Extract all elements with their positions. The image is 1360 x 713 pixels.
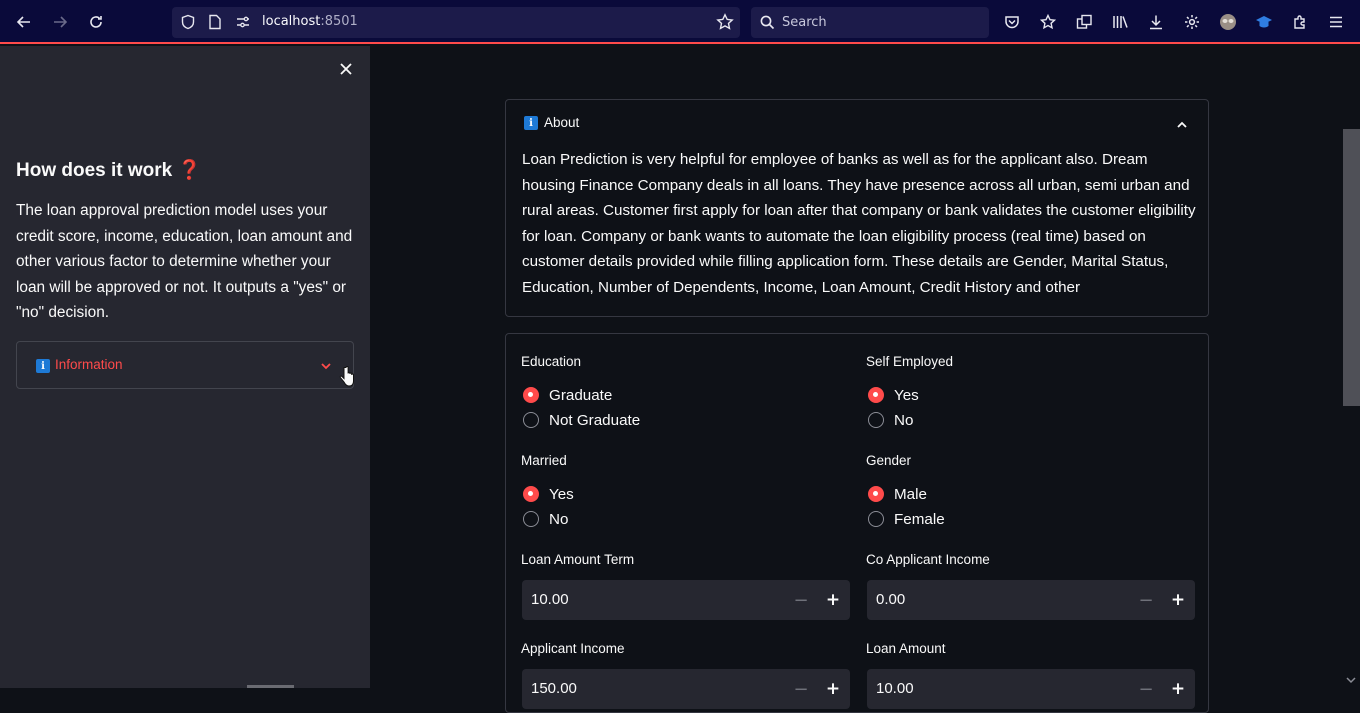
education-radio-not-graduate[interactable]: Not Graduate <box>523 410 640 430</box>
search-bar[interactable]: Search <box>751 7 989 38</box>
graduation-cap-icon[interactable] <box>1253 11 1275 33</box>
bookmark-star-icon[interactable] <box>716 13 734 35</box>
radio-unselected[interactable] <box>523 511 539 527</box>
radio-selected[interactable] <box>868 486 884 502</box>
reload-icon[interactable] <box>85 11 107 33</box>
education-label: Education <box>521 354 582 369</box>
gender-radio-male[interactable]: Male <box>868 484 927 504</box>
search-placeholder: Search <box>782 15 827 30</box>
page-icon[interactable] <box>208 14 222 34</box>
pocket-icon[interactable] <box>1001 11 1023 33</box>
about-expander[interactable]: i About Loan Prediction is very helpful … <box>505 99 1209 317</box>
forward-icon[interactable] <box>49 11 71 33</box>
radio-selected[interactable] <box>523 486 539 502</box>
scrollbar-thumb[interactable] <box>1343 129 1360 406</box>
co-applicant-income-label: Co Applicant Income <box>866 552 990 567</box>
self-employed-label: Self Employed <box>866 354 954 369</box>
self-employed-radio-yes[interactable]: Yes <box>868 385 919 405</box>
increment-button[interactable]: + <box>1163 669 1193 709</box>
loan-amount-input[interactable]: 10.00 − + <box>867 669 1195 709</box>
url-text[interactable]: localhost:8501 <box>262 14 358 29</box>
chevron-down-icon[interactable] <box>319 358 333 372</box>
close-icon[interactable] <box>336 59 356 79</box>
mouse-cursor-icon <box>339 366 355 388</box>
permissions-icon[interactable] <box>235 14 251 34</box>
main-content: i About Loan Prediction is very helpful … <box>370 46 1343 713</box>
increment-button[interactable]: + <box>1163 580 1193 620</box>
about-text: Loan Prediction is very helpful for empl… <box>522 151 1196 296</box>
gender-radio-female[interactable]: Female <box>868 509 945 529</box>
decrement-button[interactable]: − <box>1131 580 1161 620</box>
sidebar-title: How does it work ❓ <box>16 160 202 181</box>
applicant-income-input[interactable]: 150.00 − + <box>522 669 850 709</box>
downloads-icon[interactable] <box>1145 11 1167 33</box>
about-expander-label: About <box>544 115 580 130</box>
extensions-puzzle-icon[interactable] <box>1289 11 1311 33</box>
url-bar[interactable]: localhost:8501 <box>172 7 740 38</box>
married-radio-yes[interactable]: Yes <box>523 484 574 504</box>
extension-star-icon[interactable] <box>1037 11 1059 33</box>
self-employed-radio-no[interactable]: No <box>868 410 913 430</box>
increment-button[interactable]: + <box>818 580 848 620</box>
loan-amount-term-label: Loan Amount Term <box>521 552 635 567</box>
radio-selected[interactable] <box>523 387 539 403</box>
question-icon: ❓ <box>177 160 202 181</box>
information-expander[interactable]: i Information <box>16 341 354 389</box>
loan-form: Education Graduate Not Graduate Self Emp… <box>505 333 1209 713</box>
decrement-button[interactable]: − <box>786 669 816 709</box>
search-icon <box>760 15 775 34</box>
radio-selected[interactable] <box>868 387 884 403</box>
container-tabs-icon[interactable] <box>1073 11 1095 33</box>
married-label: Married <box>521 453 567 468</box>
settings-gear-icon[interactable] <box>1181 11 1203 33</box>
scroll-down-arrow-icon[interactable] <box>1345 671 1357 684</box>
gender-label: Gender <box>866 453 912 468</box>
menu-hamburger-icon[interactable] <box>1325 11 1347 33</box>
increment-button[interactable]: + <box>818 669 848 709</box>
back-icon[interactable] <box>13 11 35 33</box>
married-radio-no[interactable]: No <box>523 509 568 529</box>
profile-avatar-icon[interactable] <box>1217 11 1239 33</box>
loan-amount-term-input[interactable]: 10.00 − + <box>522 580 850 620</box>
sidebar: How does it work ❓ The loan approval pre… <box>0 46 370 688</box>
info-icon: i <box>524 116 538 130</box>
browser-toolbar: localhost:8501 Search <box>0 0 1360 44</box>
sidebar-description: The loan approval prediction model uses … <box>16 202 353 322</box>
chevron-up-icon[interactable] <box>1175 117 1189 131</box>
co-applicant-income-input[interactable]: 0.00 − + <box>867 580 1195 620</box>
information-expander-label: Information <box>55 357 123 372</box>
radio-unselected[interactable] <box>868 412 884 428</box>
radio-unselected[interactable] <box>868 511 884 527</box>
radio-unselected[interactable] <box>523 412 539 428</box>
education-radio-graduate[interactable]: Graduate <box>523 385 612 405</box>
shield-icon[interactable] <box>180 14 196 34</box>
loan-amount-label: Loan Amount <box>866 641 946 656</box>
info-icon: i <box>36 359 50 373</box>
decrement-button[interactable]: − <box>786 580 816 620</box>
decrement-button[interactable]: − <box>1131 669 1161 709</box>
library-icon[interactable] <box>1109 11 1131 33</box>
applicant-income-label: Applicant Income <box>521 641 625 656</box>
